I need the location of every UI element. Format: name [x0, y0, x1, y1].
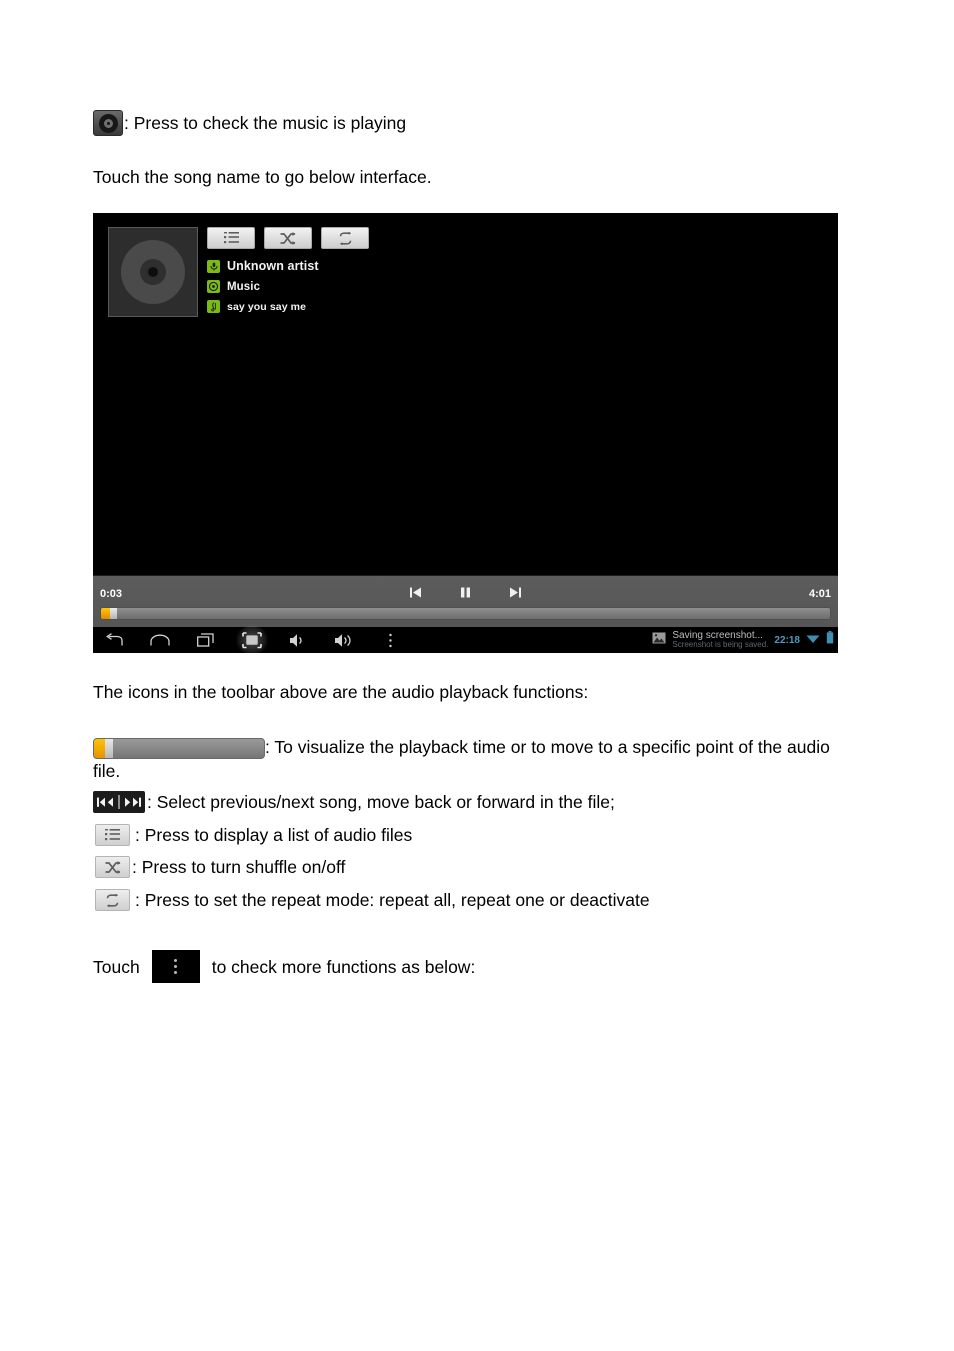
skip-previous-button[interactable]	[405, 582, 427, 602]
seekbar-icon	[93, 737, 265, 759]
back-icon	[105, 633, 123, 646]
bullet-prev-next-text: : Select previous/next song, move back o…	[147, 792, 615, 812]
seek-bar[interactable]	[100, 607, 831, 620]
status-clock: 22:18	[774, 634, 800, 646]
repeat-icon	[95, 889, 130, 911]
metadata-album: Music	[207, 280, 319, 293]
player-toolbar	[207, 227, 369, 249]
screenshot-icon	[242, 631, 262, 648]
bullet-repeat: : Press to set the repeat mode: repeat a…	[95, 888, 650, 912]
repeat-icon	[339, 231, 351, 245]
back-button[interactable]	[101, 628, 127, 652]
battery-icon	[826, 631, 834, 649]
volume-down-icon	[290, 633, 302, 647]
shuffle-icon	[280, 231, 296, 245]
metadata-artist: Unknown artist	[207, 259, 319, 273]
intro-line-disc-text: : Press to check the music is playing	[124, 113, 407, 133]
document-page: : Press to check the music is playing To…	[0, 0, 954, 1351]
overflow-menu-icon	[388, 633, 392, 647]
album-art[interactable]	[108, 227, 198, 317]
image-icon	[652, 631, 666, 649]
volume-up-button[interactable]	[331, 628, 357, 652]
track-metadata: Unknown artist Music say you say me	[207, 259, 319, 320]
volume-down-button[interactable]	[285, 628, 311, 652]
notification-subtitle: Screenshot is being saved.	[672, 640, 769, 650]
bullet-prev-next: : Select previous/next song, move back o…	[93, 790, 615, 814]
metadata-title: say you say me	[207, 300, 319, 313]
shuffle-icon	[95, 856, 130, 878]
skip-next-icon	[510, 587, 521, 597]
seek-bar-fill	[101, 608, 110, 619]
metadata-album-label: Music	[227, 280, 261, 293]
playback-control-strip: 0:03 4:01	[93, 575, 838, 628]
music-disc-icon	[93, 110, 123, 136]
closing-before-text: Touch	[93, 956, 140, 977]
album-icon	[207, 280, 220, 293]
toolbar-functions-text: The icons in the toolbar above are the a…	[93, 682, 589, 702]
closing-line: Touch to check more functions as below:	[93, 950, 475, 983]
pause-icon	[461, 587, 470, 597]
touch-song-name-text: Touch the song name to go below interfac…	[93, 167, 432, 187]
music-player-screen: Unknown artist Music say you say me	[93, 213, 838, 575]
shuffle-button[interactable]	[264, 227, 312, 249]
overflow-menu-icon	[151, 950, 200, 983]
bullet-repeat-text: : Press to set the repeat mode: repeat a…	[135, 890, 650, 910]
volume-up-icon	[335, 633, 351, 647]
prev-next-icon	[93, 791, 145, 813]
navigation-buttons	[101, 626, 403, 653]
playlist-icon	[95, 824, 130, 846]
bullet-playlist: : Press to display a list of audio files	[95, 823, 412, 847]
metadata-title-label: say you say me	[227, 300, 307, 313]
seek-bar-thumb[interactable]	[110, 608, 117, 619]
closing-after-text: to check more functions as below:	[211, 956, 476, 977]
playlist-icon	[223, 231, 239, 243]
recent-apps-icon	[197, 633, 214, 647]
notification-text: Saving screenshot... Screenshot is being…	[672, 630, 769, 650]
skip-previous-icon	[410, 587, 421, 597]
transport-controls	[93, 582, 838, 602]
status-area: Saving screenshot... Screenshot is being…	[652, 627, 834, 653]
playlist-button[interactable]	[207, 227, 255, 249]
intro-line-disc: : Press to check the music is playing	[93, 110, 406, 136]
android-navigation-bar: Saving screenshot... Screenshot is being…	[93, 626, 838, 653]
skip-next-button[interactable]	[505, 582, 527, 602]
track-icon	[207, 300, 220, 313]
bullet-shuffle: : Press to turn shuffle on/off	[95, 855, 345, 879]
metadata-artist-label: Unknown artist	[227, 259, 319, 273]
home-button[interactable]	[147, 628, 173, 652]
home-icon	[150, 634, 170, 645]
recent-apps-button[interactable]	[193, 628, 219, 652]
play-pause-button[interactable]	[455, 582, 477, 602]
bullet-playlist-text: : Press to display a list of audio files	[135, 825, 413, 845]
bullet-shuffle-text: : Press to turn shuffle on/off	[132, 857, 346, 877]
tablet-screenshot: Unknown artist Music say you say me 0:03…	[93, 213, 838, 653]
screenshot-button[interactable]	[234, 626, 270, 653]
bullet-seekbar: : To visualize the playback time or to m…	[93, 735, 853, 783]
wifi-icon	[806, 631, 820, 649]
repeat-button[interactable]	[321, 227, 369, 249]
overflow-button[interactable]	[377, 628, 403, 652]
artist-icon	[207, 259, 220, 273]
